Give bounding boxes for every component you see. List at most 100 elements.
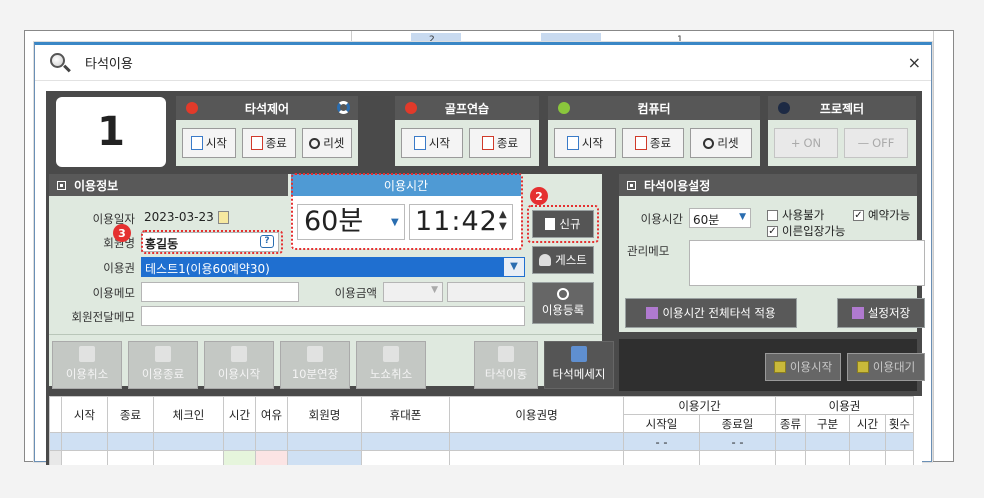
computer-stop-button[interactable]: 종료 xyxy=(622,128,684,158)
column-header[interactable]: 시작일 xyxy=(623,414,700,433)
computer-start-button[interactable]: 시작 xyxy=(554,128,616,158)
member-memo-input[interactable] xyxy=(141,306,525,326)
settings-time-select[interactable]: 60분 ▼ xyxy=(689,208,751,228)
admin-memo-input[interactable] xyxy=(689,240,925,286)
column-header[interactable]: 종료 xyxy=(107,396,154,433)
table-cell xyxy=(107,450,154,465)
column-header[interactable]: 횟수 xyxy=(885,414,914,433)
cancel-usage-button[interactable]: 이용취소 xyxy=(52,341,122,389)
column-header[interactable]: 시간 xyxy=(223,396,256,433)
member-search-icon[interactable]: ? xyxy=(260,235,274,248)
settings-time-label: 이용시간 xyxy=(640,212,683,226)
column-header[interactable]: 회원명 xyxy=(287,396,362,433)
person-icon xyxy=(383,346,399,362)
seat-reset-button[interactable]: 리셋 xyxy=(301,128,352,158)
checkbox-box xyxy=(767,209,778,221)
calendar-icon[interactable] xyxy=(217,211,229,224)
start-time-input[interactable]: 11:42 ▲ ▼ xyxy=(409,204,513,240)
column-header[interactable]: 시간 xyxy=(849,414,886,433)
button-label: 설정저장 xyxy=(867,306,911,320)
table-cell xyxy=(255,432,288,451)
table-row[interactable]: - - - - xyxy=(49,432,914,451)
column-group-header: 이용기간 xyxy=(623,396,776,415)
bg-divider xyxy=(933,31,934,461)
time-spinner-icon[interactable]: ▲ ▼ xyxy=(499,209,509,233)
seat-start-button[interactable]: 시작 xyxy=(182,128,236,158)
control-group-header: 프로젝터 xyxy=(768,96,916,120)
use-date-field[interactable]: 2023-03-23 xyxy=(141,208,237,228)
control-group-title: 타석제어 xyxy=(244,101,290,116)
early-entry-checkbox[interactable]: ✓ 이른입장가능 xyxy=(767,223,845,239)
seat-stop-button[interactable]: 종료 xyxy=(241,128,296,158)
stop-icon xyxy=(250,136,263,150)
checkbox-label: 이른입장가능 xyxy=(782,224,846,238)
unavailable-checkbox[interactable]: 사용불가 xyxy=(767,207,824,223)
save-settings-button[interactable]: 설정저장 xyxy=(837,298,925,328)
control-group-title: 프로젝터 xyxy=(819,101,865,116)
dialog-title: 타석이용 xyxy=(85,57,133,72)
minutes-value: 60분 xyxy=(304,206,364,237)
column-header[interactable]: 종류 xyxy=(775,414,806,433)
new-button[interactable]: 신규 xyxy=(532,210,594,238)
extend-10min-button[interactable]: 10분연장 xyxy=(280,341,350,389)
dark-start-button[interactable]: 이용시작 xyxy=(765,353,841,381)
magnifier-icon xyxy=(49,52,71,74)
stop-icon xyxy=(634,136,647,150)
projector-on-button[interactable]: + ON xyxy=(774,128,838,158)
usage-info-header: 이용정보 xyxy=(49,174,288,196)
button-label: 타석메세지 xyxy=(552,367,606,381)
column-header[interactable]: 체크인 xyxy=(153,396,224,433)
reservable-checkbox[interactable]: ✓ 예약가능 xyxy=(853,207,910,223)
guest-button[interactable]: 게스트 xyxy=(532,246,594,274)
column-header[interactable]: 시작 xyxy=(61,396,108,433)
table-cell xyxy=(361,432,450,451)
table-row[interactable] xyxy=(49,450,914,465)
ticket-select[interactable]: 테스트1(이용60예약30) ▼ xyxy=(141,257,525,277)
amount-input[interactable] xyxy=(447,282,525,302)
column-header[interactable]: 휴대폰 xyxy=(361,396,450,433)
register-button[interactable]: 이용등록 xyxy=(532,282,594,324)
button-label: 게스트 xyxy=(555,253,587,267)
move-seat-button[interactable]: 타석이동 xyxy=(474,341,538,389)
control-group-projector: 프로젝터 + ON — OFF xyxy=(768,96,916,166)
status-led-icon xyxy=(558,102,570,114)
table-cell xyxy=(361,450,450,465)
refresh-icon[interactable] xyxy=(337,101,350,114)
golf-start-button[interactable]: 시작 xyxy=(401,128,463,158)
save-icon xyxy=(851,307,864,319)
golf-stop-button[interactable]: 종료 xyxy=(469,128,531,158)
start-usage-button[interactable]: 이용시작 xyxy=(204,341,274,389)
button-label: 시작 xyxy=(205,136,227,150)
member-name-field[interactable]: 홍길동? xyxy=(141,232,279,252)
end-usage-button[interactable]: 이용종료 xyxy=(128,341,198,389)
column-header[interactable]: 여유 xyxy=(255,396,288,433)
button-label: 시작 xyxy=(428,136,451,150)
member-name-value: 홍길동 xyxy=(145,237,179,251)
section-title: 이용정보 xyxy=(74,178,119,193)
projector-off-button[interactable]: — OFF xyxy=(844,128,908,158)
column-header[interactable]: 구분 xyxy=(805,414,850,433)
seat-message-button[interactable]: 타석메세지 xyxy=(544,341,614,389)
close-button[interactable]: × xyxy=(908,53,921,72)
dark-wait-button[interactable]: 이용대기 xyxy=(847,353,925,381)
memo-input[interactable] xyxy=(141,282,299,302)
table-cell xyxy=(223,432,256,451)
column-header[interactable]: 이용권명 xyxy=(449,396,624,433)
settings-time-value: 60분 xyxy=(693,213,720,227)
amount-type-select[interactable]: ▼ xyxy=(383,282,443,302)
minutes-select[interactable]: 60분 ▼ xyxy=(297,204,405,240)
x-icon xyxy=(79,346,95,362)
noshow-cancel-button[interactable]: 노쇼취소 xyxy=(356,341,426,389)
apply-all-seats-button[interactable]: 이용시간 전체타석 적용 xyxy=(625,298,797,328)
status-led-icon xyxy=(405,102,417,114)
control-group-seat: 타석제어 시작 종료 리셋 xyxy=(176,96,358,166)
use-date-value: 2023-03-23 xyxy=(144,210,214,224)
extend-icon xyxy=(307,346,323,362)
computer-reset-button[interactable]: 리셋 xyxy=(690,128,752,158)
column-header[interactable]: 종료일 xyxy=(699,414,776,433)
dialog-titlebar: 타석이용 xyxy=(35,45,931,81)
table-cell xyxy=(107,432,154,451)
chevron-down-icon[interactable]: ▼ xyxy=(504,258,524,276)
button-label: 10분연장 xyxy=(291,367,339,381)
